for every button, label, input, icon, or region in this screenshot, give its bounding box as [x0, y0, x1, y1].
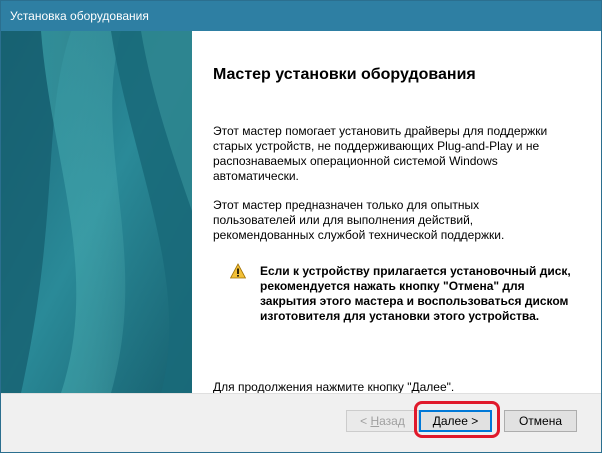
warning-triangle-icon [230, 263, 246, 279]
button-bar: < Назад Далее > Отмена [1, 393, 601, 452]
cancel-button[interactable]: Отмена [504, 410, 577, 432]
title-bar[interactable]: Установка оборудования [1, 1, 601, 31]
next-mnemonic: Д [432, 414, 441, 428]
wizard-content: Мастер установки оборудования Этот масте… [192, 31, 601, 394]
back-mnemonic: Н [370, 414, 380, 428]
back-prefix: < [360, 414, 371, 428]
back-button[interactable]: < Назад [346, 410, 419, 432]
warning-text: Если к устройству прилагается установочн… [260, 264, 571, 323]
intro-paragraph: Этот мастер помогает установить драйверы… [213, 124, 548, 183]
next-button[interactable]: Далее > [419, 410, 492, 432]
banner-wave-graphic [1, 31, 192, 393]
window-title: Установка оборудования [10, 9, 149, 23]
back-label-rest: азад [379, 414, 405, 428]
wizard-heading: Мастер установки оборудования [213, 66, 476, 83]
audience-paragraph: Этот мастер предназначен только для опыт… [213, 198, 505, 242]
hardware-wizard-window: Установка оборудования Мастер установки … [0, 0, 602, 453]
wizard-side-banner [1, 31, 192, 393]
next-label-rest: алее > [440, 414, 479, 428]
